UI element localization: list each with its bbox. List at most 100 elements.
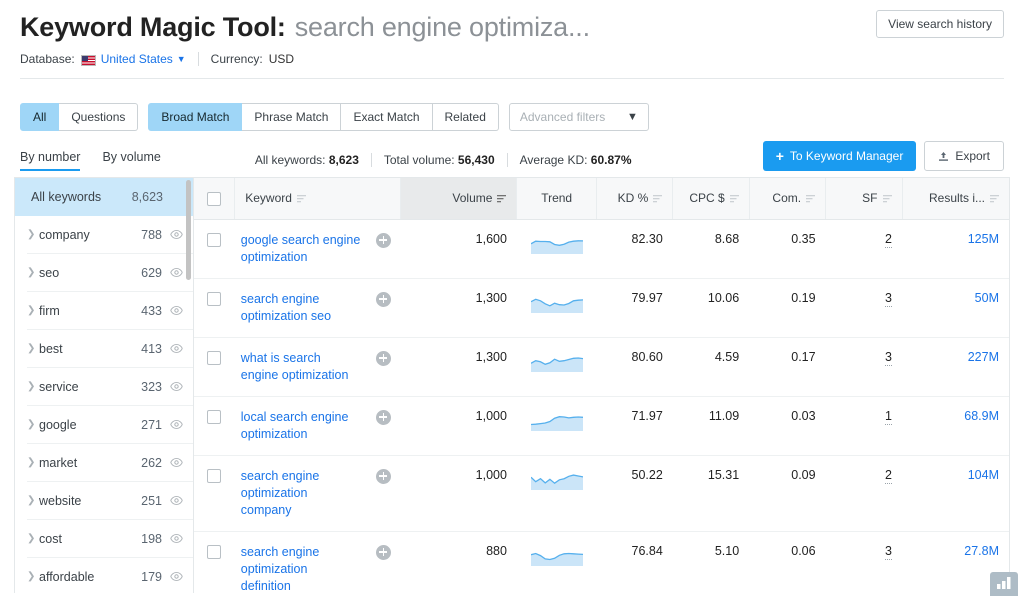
sidebar-scrollbar[interactable] <box>186 180 191 280</box>
kd-cell: 71.97 <box>596 396 673 456</box>
results-link[interactable]: 27.8M <box>964 544 999 558</box>
chevron-right-icon[interactable]: ❯ <box>27 343 39 354</box>
eye-icon[interactable] <box>170 532 183 545</box>
eye-icon[interactable] <box>170 266 183 279</box>
eye-icon[interactable] <box>170 342 183 355</box>
sf-value[interactable]: 2 <box>885 231 892 248</box>
table-row[interactable]: search engine optimization seo 1,300 79.97… <box>194 278 1009 338</box>
filter-exact-match-button[interactable]: Exact Match <box>341 103 433 131</box>
column-header-com[interactable]: Com. <box>749 178 827 220</box>
eye-icon[interactable] <box>170 570 183 583</box>
filter-related-button[interactable]: Related <box>432 103 499 131</box>
chevron-right-icon[interactable]: ❯ <box>27 305 39 316</box>
sidebar-item-firm[interactable]: ❯ firm 433 <box>15 292 193 329</box>
results-link[interactable]: 125M <box>968 232 999 246</box>
eye-icon[interactable] <box>170 304 183 317</box>
view-search-history-button[interactable]: View search history <box>876 10 1004 38</box>
sidebar-item-google[interactable]: ❯ google 271 <box>15 406 193 443</box>
keyword-link[interactable]: local search engine optimization <box>241 409 361 443</box>
cpc-cell: 15.31 <box>672 455 750 532</box>
column-header-volume[interactable]: Volume <box>400 178 518 220</box>
keyword-link[interactable]: search engine optimization company <box>241 468 361 519</box>
sidebar-item-affordable[interactable]: ❯ affordable 179 <box>15 558 193 593</box>
row-checkbox[interactable] <box>207 292 222 307</box>
sidebar-item-website[interactable]: ❯ website 251 <box>15 482 193 519</box>
keyword-link[interactable]: search engine optimization seo <box>241 291 361 325</box>
eye-icon[interactable] <box>170 494 183 507</box>
row-checkbox[interactable] <box>207 410 222 425</box>
row-checkbox[interactable] <box>207 233 222 248</box>
sidebar-item-label: firm <box>39 303 60 318</box>
advanced-filters-dropdown[interactable]: Advanced filters ▼ <box>508 103 649 131</box>
table-row[interactable]: search engine optimization definition 880… <box>194 531 1009 593</box>
column-header-keyword[interactable]: Keyword <box>234 178 402 220</box>
to-keyword-manager-button[interactable]: + To Keyword Manager <box>762 141 917 171</box>
sidebar-item-service[interactable]: ❯ service 323 <box>15 368 193 405</box>
chevron-right-icon[interactable]: ❯ <box>27 457 39 468</box>
chevron-right-icon[interactable]: ❯ <box>27 571 39 582</box>
sf-value[interactable]: 2 <box>885 467 892 484</box>
keyword-link[interactable]: search engine optimization definition <box>241 544 361 594</box>
table-row[interactable]: local search engine optimization 1,000 71.… <box>194 396 1009 456</box>
sf-value[interactable]: 3 <box>885 290 892 307</box>
database-select[interactable]: United States <box>101 52 173 66</box>
com-cell: 0.35 <box>749 219 826 279</box>
eye-icon[interactable] <box>170 456 183 469</box>
sidebar-item-count: 271 <box>141 417 162 432</box>
results-link[interactable]: 227M <box>968 350 999 364</box>
row-checkbox[interactable] <box>207 545 222 560</box>
sort-icon <box>990 194 999 203</box>
chevron-right-icon[interactable]: ❯ <box>27 381 39 392</box>
eye-icon[interactable] <box>170 418 183 431</box>
tab-by-volume[interactable]: By volume <box>102 150 160 171</box>
resize-widget-icon[interactable] <box>990 572 1018 596</box>
filter-all-button[interactable]: All <box>20 103 60 131</box>
results-link[interactable]: 68.9M <box>964 409 999 423</box>
plus-circle-icon[interactable] <box>375 468 391 484</box>
table-row[interactable]: search engine optimization company 1,000 5… <box>194 455 1009 532</box>
table-row[interactable]: what is search engine optimization 1,300 8… <box>194 337 1009 397</box>
sidebar-item-all-keywords[interactable]: All keywords 8,623 <box>15 178 193 216</box>
filter-questions-button[interactable]: Questions <box>59 103 139 131</box>
sf-value[interactable]: 3 <box>885 349 892 366</box>
sf-value[interactable]: 3 <box>885 543 892 560</box>
tab-by-number[interactable]: By number <box>20 150 81 171</box>
filter-phrase-match-button[interactable]: Phrase Match <box>242 103 342 131</box>
sidebar-item-count: 262 <box>141 455 162 470</box>
chevron-right-icon[interactable]: ❯ <box>27 533 39 544</box>
plus-circle-icon[interactable] <box>375 350 391 366</box>
chevron-right-icon[interactable]: ❯ <box>27 267 39 278</box>
sidebar-item-company[interactable]: ❯ company 788 <box>15 216 193 253</box>
row-checkbox[interactable] <box>207 469 222 484</box>
sf-value[interactable]: 1 <box>885 408 892 425</box>
row-checkbox[interactable] <box>207 351 222 366</box>
plus-circle-icon[interactable] <box>375 409 391 425</box>
column-header-results[interactable]: Results i... <box>902 178 1009 220</box>
sidebar-item-seo[interactable]: ❯ seo 629 <box>15 254 193 291</box>
keyword-link[interactable]: what is search engine optimization <box>241 350 361 384</box>
results-link[interactable]: 104M <box>968 468 999 482</box>
plus-circle-icon[interactable] <box>375 544 391 560</box>
results-link[interactable]: 50M <box>975 291 999 305</box>
eye-icon[interactable] <box>170 228 183 241</box>
keyword-link[interactable]: google search engine optimization <box>241 232 361 266</box>
filter-broad-match-button[interactable]: Broad Match <box>148 103 243 131</box>
plus-circle-icon[interactable] <box>375 232 391 248</box>
select-all-checkbox[interactable] <box>207 191 222 206</box>
sidebar-item-best[interactable]: ❯ best 413 <box>15 330 193 367</box>
column-header-cpc[interactable]: CPC $ <box>672 178 750 220</box>
eye-icon[interactable] <box>170 380 183 393</box>
table-row[interactable]: google search engine optimization 1,600 82… <box>194 219 1009 279</box>
plus-circle-icon[interactable] <box>375 291 391 307</box>
column-label-cpc: CPC $ <box>689 191 725 206</box>
column-header-kd[interactable]: KD % <box>596 178 674 220</box>
chevron-right-icon[interactable]: ❯ <box>27 229 39 240</box>
column-header-sf[interactable]: SF <box>825 178 903 220</box>
sidebar-item-market[interactable]: ❯ market 262 <box>15 444 193 481</box>
keyword-cell: search engine optimization definition <box>234 531 401 594</box>
chevron-right-icon[interactable]: ❯ <box>27 419 39 430</box>
chevron-right-icon[interactable]: ❯ <box>27 495 39 506</box>
export-button[interactable]: Export <box>924 141 1004 171</box>
chevron-down-icon[interactable]: ▼ <box>177 54 186 64</box>
sidebar-item-cost[interactable]: ❯ cost 198 <box>15 520 193 557</box>
